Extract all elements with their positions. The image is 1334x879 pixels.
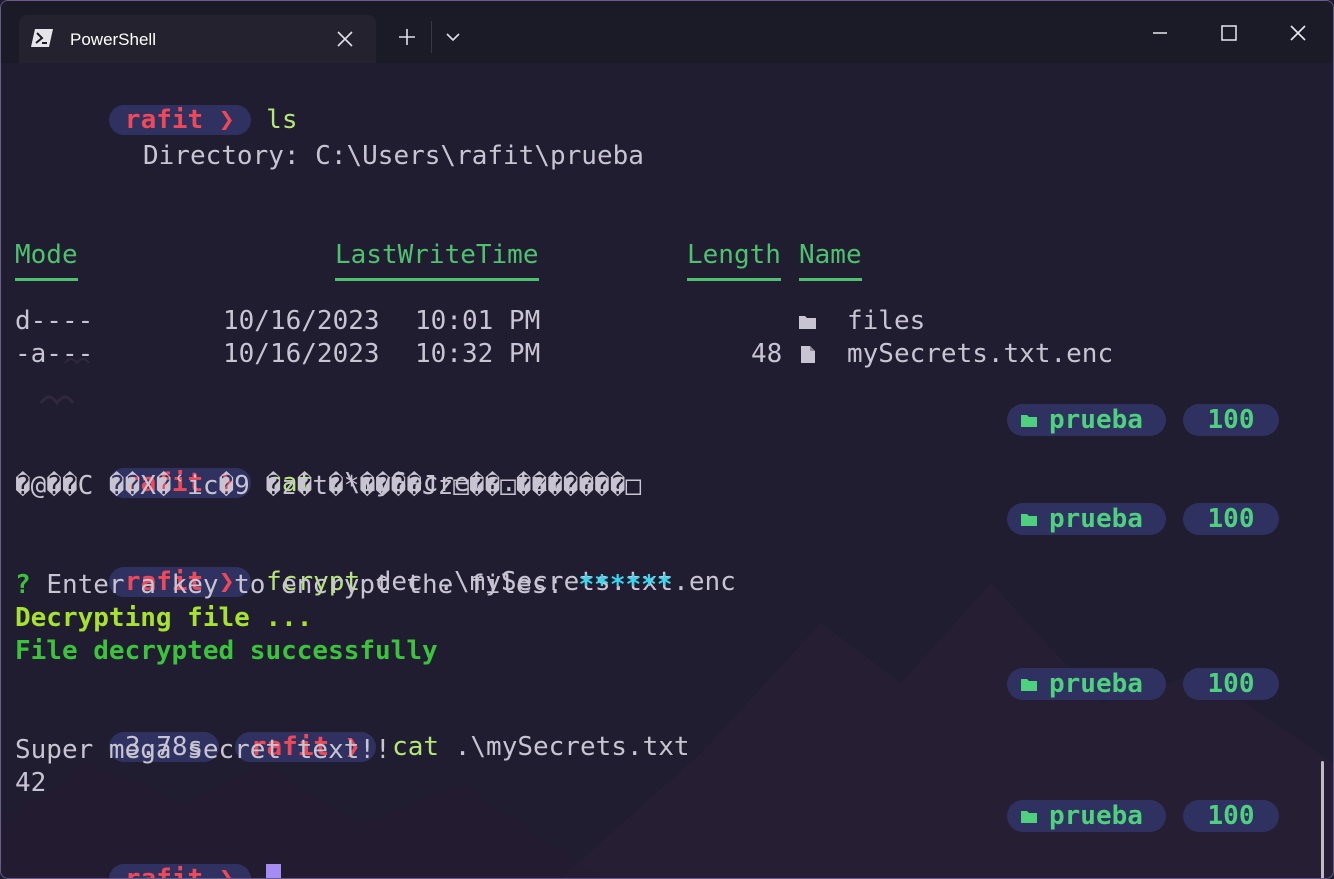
key-question-line: ? Enter a key to encrypt the files: ****… [15, 570, 672, 600]
scrollbar[interactable] [1321, 761, 1324, 878]
battery-pill: 100 [1183, 404, 1279, 436]
battery-pill: 100 [1183, 800, 1279, 832]
minimize-icon[interactable] [1148, 21, 1172, 45]
row2-length: 48 [751, 339, 783, 369]
question-text: Enter a key to encrypt the files: [46, 570, 563, 600]
text-cursor [266, 864, 282, 878]
decrypted-status: File decrypted successfully [15, 636, 438, 666]
prompt-line-3: rafit ❯ fcrypt dec .\mySecrets.txt.enc [15, 537, 736, 597]
close-window-icon[interactable] [1286, 21, 1310, 45]
folder-pill: prueba [1007, 404, 1166, 436]
prompt-user-pill: rafit ❯ [108, 864, 251, 878]
tab-powershell[interactable]: PowerShell [19, 15, 376, 63]
folder-icon [1021, 514, 1037, 526]
header-lastwritetime: LastWriteTime [335, 240, 539, 281]
folder-icon [1021, 415, 1037, 427]
prompt-user: rafit [124, 105, 204, 135]
output-line-2: 42 [15, 768, 47, 798]
tab-separator [431, 21, 432, 53]
row1-date: 10/16/2023 [223, 306, 380, 336]
folder-pill: prueba [1007, 668, 1166, 700]
terminal-window: PowerShell rafit ❯ ls Directory: C:\User… [0, 0, 1334, 879]
powershell-icon [31, 29, 53, 47]
directory-line: Directory: C:\Users\rafit\prueba [143, 141, 644, 171]
prompt-arrow-icon: ❯ [218, 105, 235, 135]
terminal-content[interactable]: rafit ❯ ls Directory: C:\Users\rafit\pru… [1, 63, 1333, 878]
question-mark: ? [15, 570, 31, 600]
header-name: Name [799, 240, 862, 281]
new-tab-icon[interactable] [396, 26, 418, 48]
folder-icon [1021, 679, 1037, 691]
output-line-1: Super mega secret text!! [15, 735, 391, 765]
prompt-line-4: 3.78s rafit ❯ cat .\mySecrets.txt [15, 702, 690, 762]
header-length: Length [687, 240, 781, 281]
row2-time: 10:32 PM [415, 339, 541, 369]
folder-name: prueba [1049, 669, 1143, 699]
prompt-line-2: rafit ❯ cat .\mySecrets.txt.enc [15, 438, 626, 498]
prompt-line-1: rafit ❯ ls [15, 75, 297, 135]
header-mode: Mode [15, 240, 78, 281]
right-prompt-2: prueba 100 [1007, 503, 1279, 535]
row2-name: mySecrets.txt.enc [847, 339, 1114, 369]
maximize-icon[interactable] [1217, 21, 1241, 45]
right-prompt-1: prueba 100 [1007, 404, 1279, 436]
chevron-down-icon[interactable] [444, 29, 462, 45]
prompt-user: rafit [125, 864, 203, 878]
row1-time: 10:01 PM [415, 306, 541, 336]
folder-name: prueba [1049, 801, 1143, 831]
prompt-arrow-icon: ❯ [219, 864, 235, 878]
right-prompt-4: prueba 100 [1007, 800, 1279, 832]
folder-pill: prueba [1007, 800, 1166, 832]
file-icon [801, 346, 815, 363]
folder-icon [1021, 811, 1037, 823]
prompt-line-5[interactable]: rafit ❯ [15, 834, 282, 878]
title-bar: PowerShell [1, 1, 1333, 63]
row2-mode: -a--- [15, 339, 94, 369]
decrypting-status: Decrypting file ... [15, 603, 313, 633]
command-text: ls [266, 105, 298, 135]
battery-pill: 100 [1183, 668, 1279, 700]
folder-icon [799, 316, 816, 329]
close-tab-icon[interactable] [335, 29, 355, 49]
right-prompt-3: prueba 100 [1007, 668, 1279, 700]
folder-pill: prueba [1007, 503, 1166, 535]
command-text: cat [392, 732, 440, 762]
battery-pill: 100 [1183, 503, 1279, 535]
folder-name: prueba [1049, 504, 1143, 534]
tab-title: PowerShell [70, 30, 156, 49]
folder-name: prueba [1049, 405, 1143, 435]
masked-key: ****** [578, 570, 673, 600]
row1-name: files [847, 306, 926, 336]
row1-mode: d---- [15, 306, 94, 336]
row2-date: 10/16/2023 [223, 339, 380, 369]
encrypted-output: �@��C ��X�ʿic�9 �z�t�*����Jz□��□�������□ [15, 471, 642, 501]
prompt-user-pill: rafit ❯ [108, 105, 251, 135]
command-arg: .\mySecrets.txt [454, 732, 690, 762]
